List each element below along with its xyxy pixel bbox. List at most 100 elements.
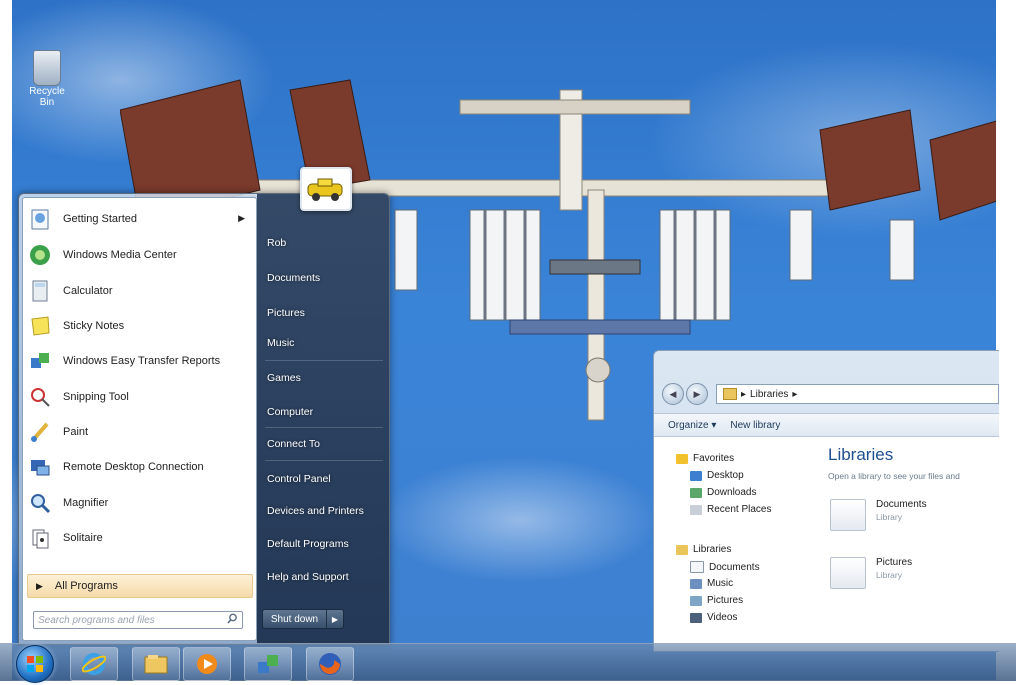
place-help-and-support[interactable]: Help and Support bbox=[267, 571, 349, 583]
user-account-picture[interactable] bbox=[300, 167, 352, 211]
place-devices-and-printers[interactable]: Devices and Printers bbox=[267, 505, 364, 517]
program-label: Snipping Tool bbox=[63, 391, 129, 403]
pictures-icon bbox=[690, 595, 702, 606]
start-menu: Getting Started ▶ Windows Media Center C… bbox=[18, 193, 390, 645]
taskbar-media-player[interactable] bbox=[183, 647, 231, 681]
program-solitaire[interactable]: Solitaire bbox=[27, 523, 251, 553]
firefox-icon bbox=[319, 653, 341, 675]
place-user-folder[interactable]: Rob bbox=[267, 237, 286, 249]
place-pictures[interactable]: Pictures bbox=[267, 307, 305, 319]
program-remote-desktop[interactable]: Remote Desktop Connection bbox=[27, 452, 251, 482]
nav-desktop[interactable]: Desktop bbox=[690, 470, 744, 481]
place-default-programs[interactable]: Default Programs bbox=[267, 538, 349, 550]
favorites-star-icon bbox=[676, 453, 688, 464]
program-label: Solitaire bbox=[63, 532, 103, 544]
program-sticky-notes[interactable]: Sticky Notes bbox=[27, 311, 251, 341]
places-divider bbox=[265, 460, 383, 461]
documents-icon bbox=[690, 561, 704, 573]
taskbar-easy-transfer[interactable] bbox=[244, 647, 292, 681]
search-icon[interactable] bbox=[227, 613, 238, 627]
media-center-icon bbox=[27, 242, 53, 268]
program-snipping-tool[interactable]: Snipping Tool bbox=[27, 382, 251, 412]
libraries-explorer-window: ◀ ▶ ▸ Libraries ▸ Organize ▾ New library… bbox=[653, 350, 999, 652]
breadcrumb-separator-icon[interactable]: ▸ bbox=[792, 389, 797, 400]
library-pictures[interactable]: Pictures Library bbox=[830, 557, 912, 589]
shutdown-options-arrow-icon[interactable]: ▶ bbox=[326, 610, 343, 628]
start-search-input[interactable]: Search programs and files bbox=[33, 611, 243, 629]
nav-libraries[interactable]: Libraries bbox=[676, 544, 731, 555]
recycle-bin-label: Recycle Bin bbox=[29, 86, 65, 108]
place-connect-to[interactable]: Connect To bbox=[267, 438, 320, 450]
start-menu-programs-pane: Getting Started ▶ Windows Media Center C… bbox=[22, 197, 257, 641]
desktop-icon bbox=[690, 470, 702, 481]
nav-label: Pictures bbox=[707, 595, 744, 606]
program-label: Getting Started bbox=[63, 213, 137, 225]
image-frame-left bbox=[0, 0, 12, 680]
nav-music[interactable]: Music bbox=[690, 578, 733, 589]
recycle-bin-icon bbox=[33, 50, 61, 86]
program-magnifier[interactable]: Magnifier bbox=[27, 488, 251, 518]
taskbar-internet-explorer[interactable] bbox=[70, 647, 118, 681]
nav-recent-places[interactable]: Recent Places bbox=[690, 504, 771, 515]
recent-places-icon bbox=[690, 504, 702, 515]
libraries-folder-icon bbox=[723, 388, 737, 400]
taskbar bbox=[0, 643, 1016, 683]
program-label: Remote Desktop Connection bbox=[63, 461, 204, 473]
documents-library-icon bbox=[830, 499, 866, 531]
submenu-arrow-icon[interactable]: ▶ bbox=[238, 213, 245, 224]
remote-desktop-icon bbox=[27, 454, 53, 480]
back-arrow-icon[interactable]: ◀ bbox=[662, 383, 684, 405]
nav-label: Documents bbox=[709, 561, 760, 573]
place-games[interactable]: Games bbox=[267, 372, 301, 384]
address-bar[interactable]: ▸ Libraries ▸ bbox=[716, 384, 999, 404]
program-calculator[interactable]: Calculator bbox=[27, 276, 251, 306]
shutdown-button[interactable]: Shut down ▶ bbox=[262, 609, 344, 629]
program-label: Calculator bbox=[63, 285, 113, 297]
libraries-folder-icon bbox=[144, 655, 168, 674]
shutdown-label: Shut down bbox=[270, 613, 319, 625]
program-label: Magnifier bbox=[63, 497, 109, 509]
nav-label: Desktop bbox=[707, 470, 744, 481]
downloads-icon bbox=[690, 487, 702, 498]
program-label: Paint bbox=[63, 426, 89, 438]
library-name: Documents bbox=[876, 499, 927, 510]
program-paint[interactable]: Paint bbox=[27, 417, 251, 447]
all-programs-button[interactable]: ▶ All Programs bbox=[27, 574, 253, 598]
nav-videos[interactable]: Videos bbox=[690, 612, 737, 623]
easy-transfer-icon bbox=[258, 655, 278, 673]
nav-downloads[interactable]: Downloads bbox=[690, 487, 756, 498]
nav-pictures[interactable]: Pictures bbox=[690, 595, 743, 606]
nav-label: Recent Places bbox=[707, 504, 772, 515]
media-player-icon bbox=[197, 654, 217, 674]
start-button[interactable] bbox=[16, 645, 54, 683]
explorer-navigation-pane: Favorites Desktop Downloads Recent Place… bbox=[654, 437, 814, 651]
recycle-bin-shortcut[interactable]: Recycle Bin bbox=[22, 50, 72, 108]
forward-arrow-icon[interactable]: ▶ bbox=[686, 383, 708, 405]
place-control-panel[interactable]: Control Panel bbox=[267, 473, 331, 485]
image-frame-right bbox=[996, 0, 1016, 680]
nav-label: Videos bbox=[707, 612, 738, 623]
organize-button[interactable]: Organize ▾ bbox=[668, 420, 716, 431]
paint-icon bbox=[27, 419, 53, 445]
program-getting-started[interactable]: Getting Started ▶ bbox=[27, 204, 251, 234]
explorer-content: Favorites Desktop Downloads Recent Place… bbox=[654, 437, 999, 651]
solitaire-icon bbox=[27, 525, 53, 551]
address-path[interactable]: Libraries bbox=[750, 389, 788, 400]
library-name: Pictures bbox=[876, 557, 913, 568]
all-programs-label: All Programs bbox=[54, 580, 118, 592]
nav-favorites[interactable]: Favorites bbox=[676, 453, 734, 464]
taskbar-firefox[interactable] bbox=[306, 647, 354, 681]
getting-started-icon bbox=[27, 206, 53, 232]
program-easy-transfer-reports[interactable]: Windows Easy Transfer Reports bbox=[27, 346, 251, 376]
place-documents[interactable]: Documents bbox=[267, 272, 320, 284]
library-documents[interactable]: Documents Library bbox=[830, 499, 927, 531]
snipping-tool-icon bbox=[27, 384, 53, 410]
nav-documents[interactable]: Documents bbox=[690, 561, 760, 573]
place-computer[interactable]: Computer bbox=[267, 406, 313, 418]
program-windows-media-center[interactable]: Windows Media Center bbox=[27, 240, 251, 270]
place-music[interactable]: Music bbox=[267, 337, 294, 349]
taskbar-windows-explorer[interactable] bbox=[132, 647, 180, 681]
nav-label: Music bbox=[707, 578, 734, 589]
new-library-button[interactable]: New library bbox=[730, 420, 780, 431]
all-programs-arrow-icon: ▶ bbox=[36, 580, 43, 591]
